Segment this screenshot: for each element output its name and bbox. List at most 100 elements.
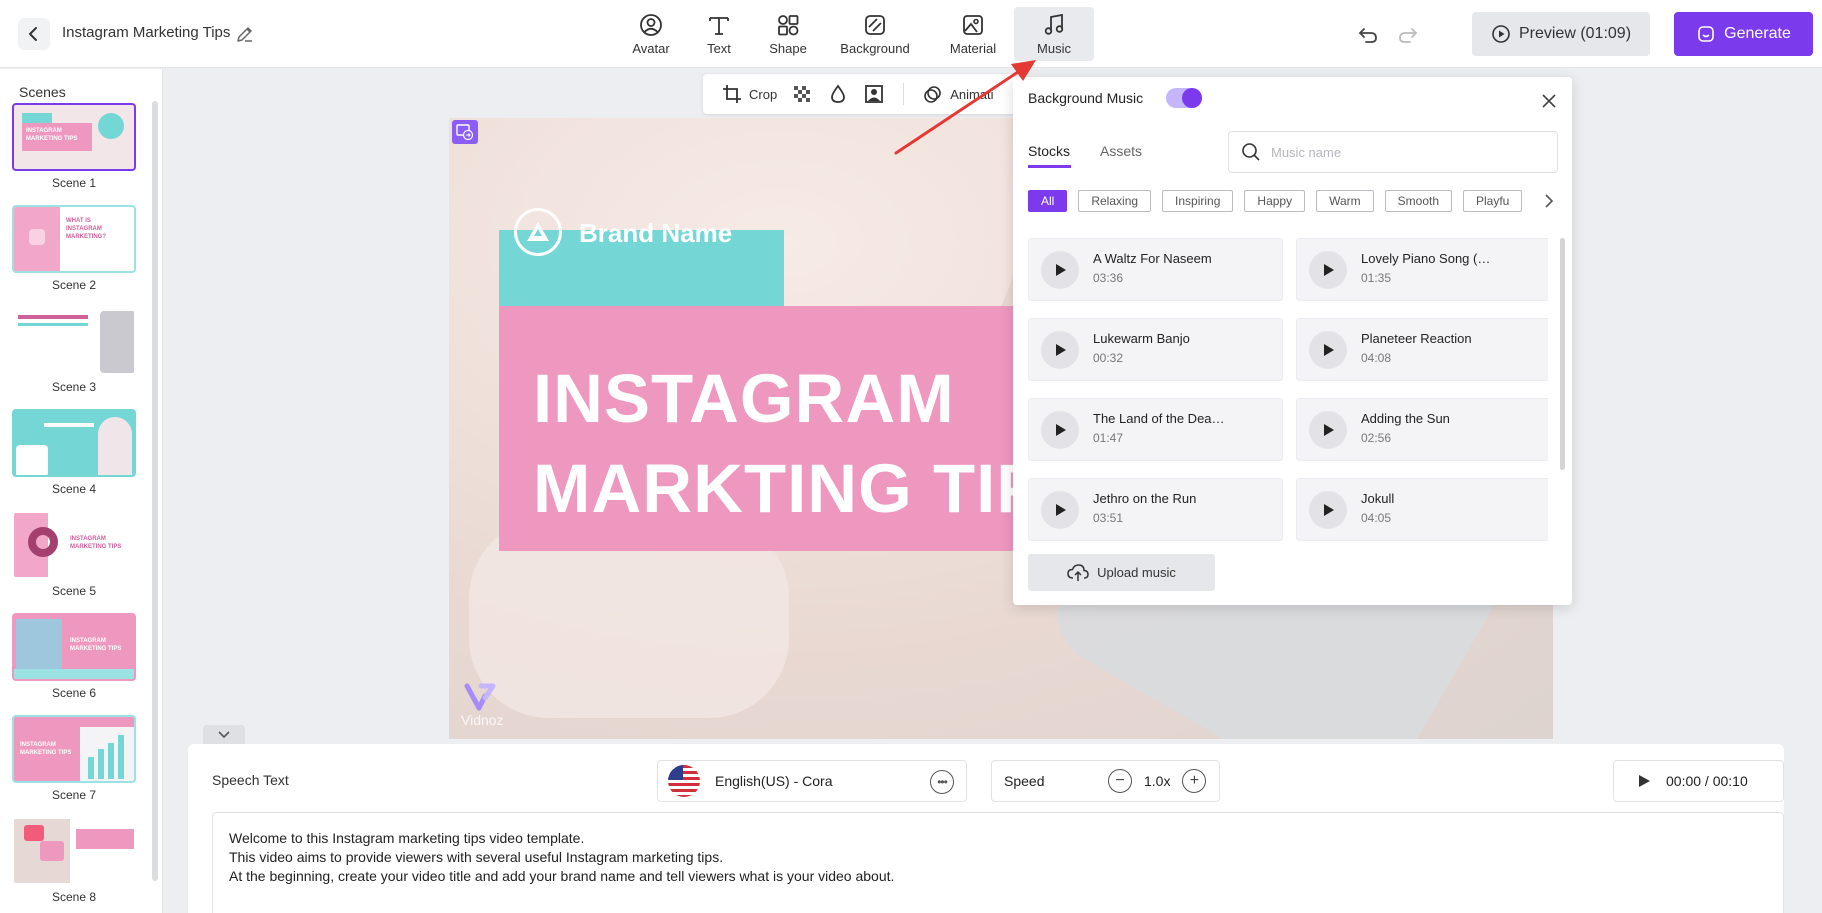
scene-thumbnail: INSTAGRAM MARKETING TIPS bbox=[12, 103, 136, 171]
play-icon[interactable] bbox=[1041, 331, 1079, 369]
remove-background-icon[interactable] bbox=[863, 83, 885, 105]
upload-music-button[interactable]: Upload music bbox=[1028, 554, 1215, 591]
tab-stocks[interactable]: Stocks bbox=[1028, 143, 1070, 159]
animation-button[interactable]: Animati bbox=[922, 83, 994, 105]
scene-item[interactable]: INSTAGRAM MARKETING TIPS Scene 7 bbox=[12, 715, 136, 802]
back-button[interactable] bbox=[18, 18, 50, 50]
tool-shape[interactable]: Shape bbox=[758, 7, 818, 61]
tool-background-label: Background bbox=[840, 41, 910, 56]
speed-value: 1.0x bbox=[1144, 773, 1171, 789]
tool-music-label: Music bbox=[1037, 41, 1071, 56]
redo-icon[interactable] bbox=[1395, 22, 1421, 48]
scene-thumbnail bbox=[12, 409, 136, 477]
track-list-scrollbar[interactable] bbox=[1560, 238, 1565, 470]
scene-item[interactable]: Scene 3 bbox=[12, 307, 136, 394]
tool-shape-label: Shape bbox=[769, 41, 807, 56]
track-item[interactable]: Lovely Piano Song (… 01:35 bbox=[1296, 238, 1548, 301]
track-name: Jethro on the Run bbox=[1093, 491, 1197, 506]
play-icon[interactable] bbox=[1309, 411, 1347, 449]
chip-playful[interactable]: Playfu bbox=[1463, 190, 1523, 212]
music-search-input[interactable] bbox=[1271, 144, 1531, 160]
scene-item[interactable]: INSTAGRAM MARKETING TIPS Scene 5 bbox=[12, 511, 136, 598]
preview-button[interactable]: Preview (01:09) bbox=[1472, 12, 1650, 56]
scene-item[interactable]: Scene 8 bbox=[12, 817, 136, 904]
scene-item[interactable]: Scene 4 bbox=[12, 409, 136, 496]
scene-item[interactable]: INSTAGRAM MARKETING TIPS Scene 1 bbox=[12, 103, 136, 190]
crop-button[interactable]: Crop bbox=[721, 83, 777, 105]
play-icon[interactable] bbox=[1309, 491, 1347, 529]
scenes-sidebar: Scenes INSTAGRAM MARKETING TIPS Scene 1 W… bbox=[0, 69, 163, 913]
track-item[interactable]: A Waltz For Naseem 03:36 bbox=[1028, 238, 1283, 301]
track-item[interactable]: The Land of the Dea… 01:47 bbox=[1028, 398, 1283, 461]
transparency-icon[interactable] bbox=[791, 83, 813, 105]
material-icon bbox=[963, 15, 983, 35]
track-duration: 02:56 bbox=[1361, 431, 1392, 445]
vidnoz-logo-icon bbox=[464, 683, 496, 711]
track-name: Lovely Piano Song (… bbox=[1361, 251, 1491, 266]
play-icon[interactable] bbox=[1041, 251, 1079, 289]
track-name: Planeteer Reaction bbox=[1361, 331, 1472, 346]
tool-music[interactable]: Music bbox=[1014, 7, 1094, 61]
speed-decrease-button[interactable]: − bbox=[1108, 769, 1132, 793]
generate-button[interactable]: Generate bbox=[1674, 12, 1813, 56]
scene-label: Scene 7 bbox=[51, 788, 97, 802]
speech-playback[interactable]: 00:00 / 00:10 bbox=[1613, 760, 1784, 802]
chip-happy[interactable]: Happy bbox=[1244, 190, 1306, 212]
speech-time: 00:00 / 00:10 bbox=[1666, 773, 1748, 789]
play-circle-icon bbox=[1492, 25, 1510, 43]
track-item[interactable]: Lukewarm Banjo 00:32 bbox=[1028, 318, 1283, 381]
track-item[interactable]: Planeteer Reaction 04:08 bbox=[1296, 318, 1548, 381]
tool-background[interactable]: Background bbox=[818, 7, 932, 61]
blur-drop-icon[interactable] bbox=[827, 83, 849, 105]
track-list: A Waltz For Naseem 03:36 Lovely Piano So… bbox=[1028, 238, 1548, 546]
sidebar-scrollbar[interactable] bbox=[152, 101, 158, 881]
speed-increase-button[interactable]: + bbox=[1182, 769, 1207, 793]
edit-pencil-icon[interactable] bbox=[234, 23, 256, 45]
play-icon[interactable] bbox=[1309, 251, 1347, 289]
scene-item[interactable]: INSTAGRAM MARKETING TIPS Scene 6 bbox=[12, 613, 136, 700]
chip-warm[interactable]: Warm bbox=[1316, 190, 1374, 212]
crop-label: Crop bbox=[749, 86, 778, 102]
play-icon[interactable] bbox=[1309, 331, 1347, 369]
tool-avatar-label: Avatar bbox=[632, 41, 670, 56]
track-item[interactable]: Jokull 04:05 bbox=[1296, 478, 1548, 541]
tab-assets[interactable]: Assets bbox=[1100, 143, 1142, 159]
voice-selector[interactable]: English(US) - Cora ••• bbox=[657, 760, 967, 802]
brand-logo-icon[interactable] bbox=[514, 208, 562, 256]
brand-name-text[interactable]: Brand Name bbox=[579, 218, 732, 249]
chip-smooth[interactable]: Smooth bbox=[1384, 190, 1452, 212]
speed-control: Speed − 1.0x + bbox=[991, 760, 1220, 802]
tool-avatar[interactable]: Avatar bbox=[622, 7, 680, 61]
chip-inspiring[interactable]: Inspiring bbox=[1162, 190, 1234, 212]
track-item[interactable]: Adding the Sun 02:56 bbox=[1296, 398, 1548, 461]
title-text[interactable]: INSTAGRAM MARKTING TIPS bbox=[533, 354, 1090, 534]
scene-label: Scene 4 bbox=[51, 482, 97, 496]
track-item[interactable]: Jethro on the Run 03:51 bbox=[1028, 478, 1283, 541]
more-options-icon[interactable]: ••• bbox=[930, 770, 954, 794]
replace-image-icon[interactable] bbox=[452, 120, 478, 144]
collapse-panel-button[interactable] bbox=[203, 725, 245, 744]
speech-textarea[interactable]: Welcome to this Instagram marketing tips… bbox=[212, 812, 1784, 913]
text-icon bbox=[709, 17, 729, 35]
track-duration: 01:35 bbox=[1361, 271, 1392, 285]
us-flag-icon bbox=[668, 765, 700, 797]
scene-thumbnail: INSTAGRAM MARKETING TIPS bbox=[12, 613, 136, 681]
tool-material[interactable]: Material bbox=[932, 7, 1014, 61]
generate-label: Generate bbox=[1724, 25, 1791, 42]
scene-item[interactable]: WHAT IS INSTAGRAM MARKETING? Scene 2 bbox=[12, 205, 136, 292]
tool-text[interactable]: Text bbox=[680, 7, 758, 61]
close-icon[interactable] bbox=[1540, 92, 1558, 110]
chip-all[interactable]: All bbox=[1028, 190, 1068, 212]
chevron-right-icon[interactable] bbox=[1539, 191, 1559, 211]
scene-thumbnail: INSTAGRAM MARKETING TIPS bbox=[12, 511, 136, 579]
toggle-knob bbox=[1182, 88, 1202, 108]
background-music-toggle[interactable] bbox=[1166, 88, 1202, 108]
chip-relaxing[interactable]: Relaxing bbox=[1078, 190, 1152, 212]
play-icon[interactable] bbox=[1041, 491, 1079, 529]
track-name: The Land of the Dea… bbox=[1093, 411, 1225, 426]
scene-thumbnail bbox=[12, 817, 136, 885]
undo-icon[interactable] bbox=[1355, 22, 1381, 48]
play-icon[interactable] bbox=[1041, 411, 1079, 449]
speech-line: At the beginning, create your video titl… bbox=[229, 868, 895, 884]
scene-thumbnail: INSTAGRAM MARKETING TIPS bbox=[12, 715, 136, 783]
